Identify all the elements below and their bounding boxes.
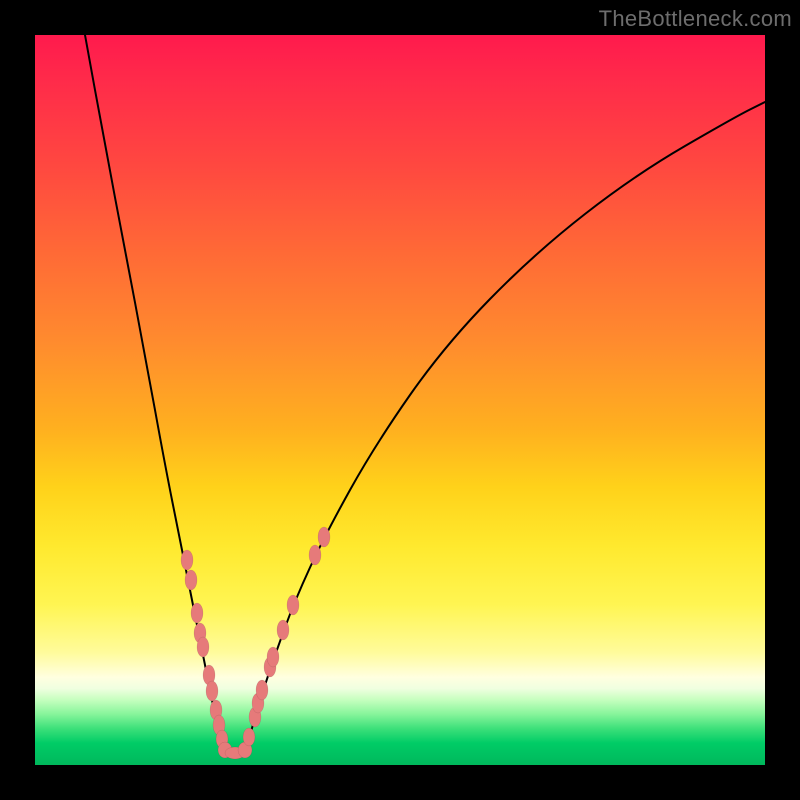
data-marker: [309, 545, 321, 565]
plot-area: [35, 35, 765, 765]
data-marker: [267, 647, 279, 667]
data-marker: [206, 681, 218, 701]
data-marker: [243, 728, 255, 746]
data-marker: [185, 570, 197, 590]
data-marker: [191, 603, 203, 623]
curve-layer: [35, 35, 765, 765]
watermark-text: TheBottleneck.com: [599, 6, 792, 32]
data-marker: [318, 527, 330, 547]
data-marker: [197, 637, 209, 657]
data-marker: [181, 550, 193, 570]
data-marker: [287, 595, 299, 615]
data-marker: [256, 680, 268, 700]
curve-right-branch: [245, 102, 765, 753]
data-marker: [277, 620, 289, 640]
chart-frame: TheBottleneck.com: [0, 0, 800, 800]
